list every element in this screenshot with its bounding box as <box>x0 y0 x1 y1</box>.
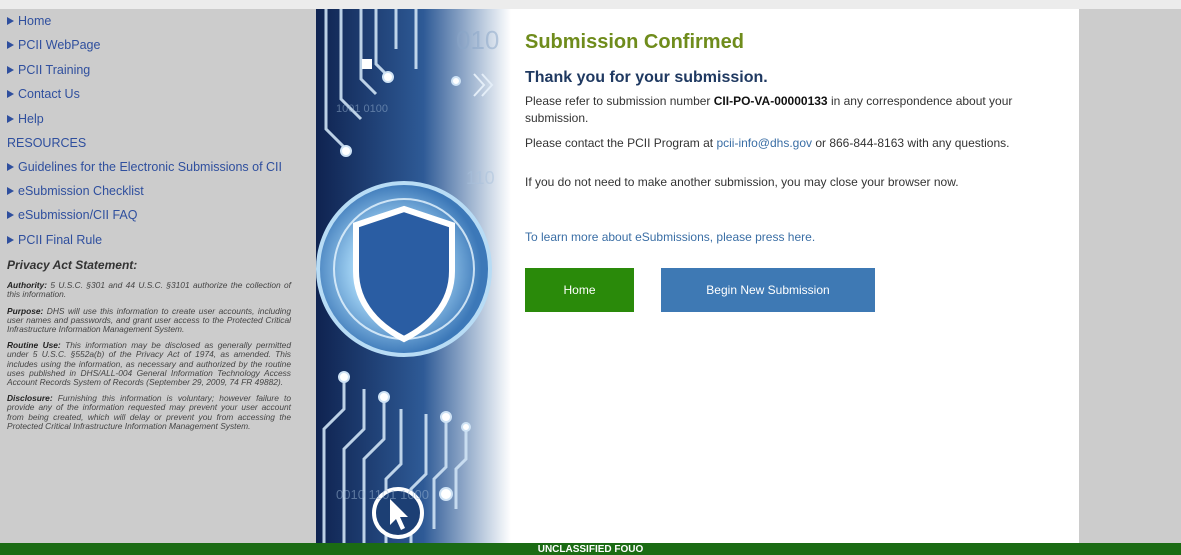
arrow-right-icon <box>7 163 14 172</box>
privacy-purpose: Purpose: DHS will use this information t… <box>7 305 291 335</box>
arrow-right-icon <box>7 65 14 74</box>
cyber-shield-illustration: 010 110 1001 0100 0010 1101 1000 <box>316 9 511 543</box>
privacy-heading: Privacy Act Statement: <box>7 258 138 273</box>
begin-new-submission-button[interactable]: Begin New Submission <box>661 268 875 312</box>
classification-banner: UNCLASSIFIED FOUO <box>0 543 1181 555</box>
contact-email-link[interactable]: pcii-info@dhs.gov <box>716 136 812 150</box>
resource-item-final-rule[interactable]: PCII Final Rule <box>7 228 296 252</box>
thank-you-heading: Thank you for your submission. <box>525 69 768 86</box>
contact-text: Please contact the PCII Program at pcii-… <box>525 136 1010 150</box>
confirmation-panel: Submission Confirmed Thank you for your … <box>511 9 1079 543</box>
privacy-authority: Authority: 5 U.S.C. §301 and 44 U.S.C. §… <box>7 280 291 300</box>
privacy-disclosure: Disclosure: Furnishing this information … <box>7 393 291 431</box>
privacy-act-statement: Privacy Act Statement: Authority: 5 U.S.… <box>7 258 296 431</box>
nav-item-home[interactable]: Home <box>7 9 296 33</box>
resources-heading: RESOURCES <box>7 136 87 151</box>
home-button[interactable]: Home <box>525 268 634 312</box>
right-gutter <box>1079 9 1181 543</box>
sidebar-nav: Home PCII WebPage PCII Training Contact … <box>7 9 296 131</box>
privacy-routine-use: Routine Use: This information may be dis… <box>7 340 291 388</box>
arrow-right-icon <box>7 114 14 123</box>
nav-item-help[interactable]: Help <box>7 107 296 131</box>
sidebar: Home PCII WebPage PCII Training Contact … <box>0 9 316 543</box>
binary-text-top: 010 <box>456 25 499 55</box>
resource-item-checklist[interactable]: eSubmission Checklist <box>7 179 296 203</box>
arrow-right-icon <box>7 41 14 50</box>
nav-item-pcii-webpage[interactable]: PCII WebPage <box>7 33 296 57</box>
binary-text-small: 1001 0100 <box>336 103 388 115</box>
arrow-right-icon <box>7 90 14 99</box>
arrow-right-icon <box>7 235 14 244</box>
arrow-right-icon <box>7 17 14 25</box>
learn-more-link[interactable]: To learn more about eSubmissions, please… <box>525 230 815 244</box>
resource-item-faq[interactable]: eSubmission/CII FAQ <box>7 203 296 227</box>
nav-item-pcii-training[interactable]: PCII Training <box>7 58 296 82</box>
submission-reference-text: Please refer to submission number CII-PO… <box>525 94 1013 125</box>
resource-item-guidelines[interactable]: Guidelines for the Electronic Submission… <box>7 155 296 179</box>
binary-text-bottom: 0010 1101 1000 <box>336 487 429 502</box>
close-browser-text: If you do not need to make another submi… <box>525 175 959 189</box>
action-buttons: Home Begin New Submission <box>525 268 1065 312</box>
submission-number: CII-PO-VA-00000133 <box>713 94 828 108</box>
resources-nav: Guidelines for the Electronic Submission… <box>7 155 296 252</box>
binary-text-mid: 110 <box>466 168 495 188</box>
nav-item-contact-us[interactable]: Contact Us <box>7 82 296 106</box>
page-title: Submission Confirmed <box>525 31 744 53</box>
arrow-right-icon <box>7 211 14 220</box>
circuit-shield-image: 010 110 1001 0100 0010 1101 1000 <box>316 9 511 543</box>
arrow-right-icon <box>7 187 14 196</box>
top-border <box>0 0 1181 9</box>
